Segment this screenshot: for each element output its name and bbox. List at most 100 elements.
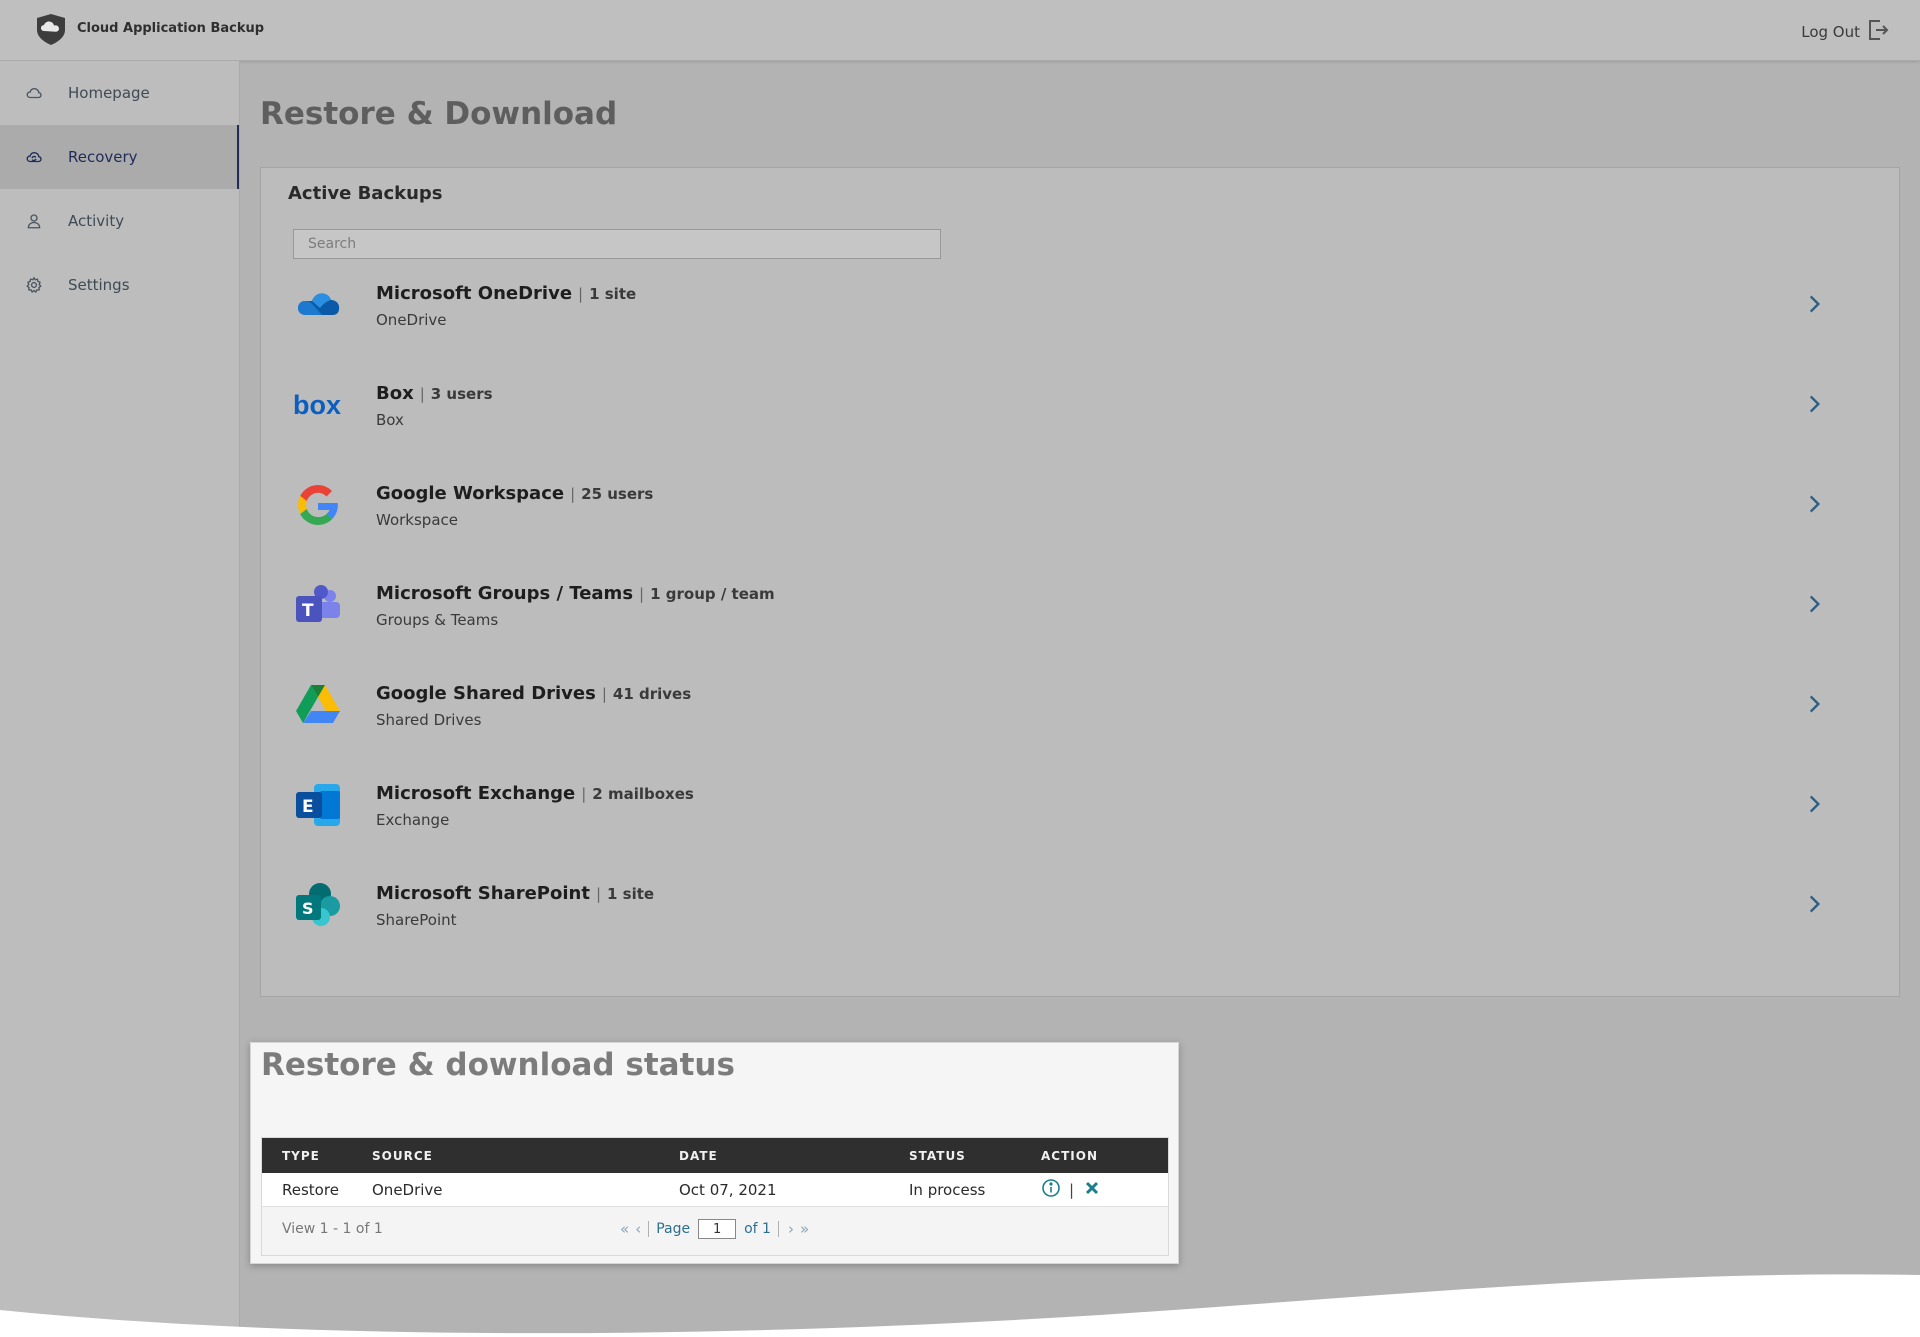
column-header-action: ACTION — [1041, 1148, 1098, 1163]
sidebar-item-homepage[interactable]: Homepage — [0, 61, 239, 125]
exchange-icon: E — [292, 779, 344, 831]
svg-text:box: box — [293, 390, 341, 420]
backup-subtitle: SharePoint — [376, 911, 457, 929]
cell-status: In process — [909, 1180, 986, 1199]
table-row: Restore OneDrive Oct 07, 2021 In process… — [262, 1173, 1168, 1207]
bottom-wave-decoration — [0, 1274, 1920, 1337]
backup-row-groups-teams[interactable]: T Microsoft Groups / Teams | 1 group / tea… — [261, 561, 1899, 661]
backup-subtitle: OneDrive — [376, 311, 447, 329]
column-header-source: SOURCE — [372, 1148, 433, 1163]
chevron-right-icon[interactable] — [1801, 291, 1827, 317]
backup-subtitle: Exchange — [376, 811, 450, 829]
svg-text:T: T — [302, 601, 314, 621]
sidebar-item-label: Settings — [68, 276, 130, 294]
svg-text:E: E — [302, 797, 314, 817]
backup-subtitle: Box — [376, 411, 404, 429]
cell-source: OneDrive — [372, 1180, 443, 1199]
backup-count: 1 site — [589, 285, 637, 303]
cell-type: Restore — [282, 1180, 339, 1199]
sidebar-item-label: Recovery — [68, 148, 138, 166]
cloud-icon — [25, 84, 43, 102]
info-icon[interactable] — [1041, 1178, 1061, 1202]
sidebar-item-activity[interactable]: Activity — [0, 189, 239, 253]
logout-button[interactable]: Log Out — [1801, 18, 1890, 46]
backup-row-google-workspace[interactable]: Google Workspace | 25 users Workspace — [261, 461, 1899, 561]
teams-icon: T — [292, 579, 344, 631]
page-label: Page — [656, 1221, 691, 1237]
chevron-right-icon[interactable] — [1801, 791, 1827, 817]
prev-page-icon[interactable]: ‹ — [633, 1220, 641, 1238]
backup-row-sharepoint[interactable]: S Microsoft SharePoint | 1 site SharePoint — [261, 861, 1899, 961]
backup-row-onedrive[interactable]: Microsoft OneDrive | 1 site OneDrive — [261, 261, 1899, 361]
app-title: Cloud Application Backup — [77, 21, 265, 36]
chevron-right-icon[interactable] — [1801, 691, 1827, 717]
cloud-sync-icon — [25, 148, 43, 166]
table-pager: View 1 - 1 of 1 « ‹ Page of 1 › » — [262, 1207, 1168, 1255]
pager-controls: « ‹ Page of 1 › » — [618, 1219, 809, 1239]
backup-name: Microsoft Groups / Teams | 1 group / team — [376, 583, 775, 604]
column-header-type: TYPE — [282, 1148, 320, 1163]
chevron-right-icon[interactable] — [1801, 591, 1827, 617]
action-separator: | — [1069, 1180, 1075, 1199]
page-number-input[interactable] — [698, 1219, 737, 1239]
backup-subtitle: Workspace — [376, 511, 458, 529]
google-icon — [292, 479, 344, 531]
last-page-icon[interactable]: » — [798, 1220, 809, 1238]
search-input[interactable] — [293, 229, 941, 259]
user-icon — [25, 212, 43, 230]
chevron-right-icon[interactable] — [1801, 491, 1827, 517]
sidebar-item-settings[interactable]: Settings — [0, 253, 239, 317]
page-title: Restore & Download — [260, 96, 618, 132]
google-drive-icon — [292, 679, 344, 731]
logout-icon — [1866, 18, 1890, 46]
onedrive-icon — [292, 279, 344, 331]
column-header-status: STATUS — [909, 1148, 966, 1163]
backup-name: Microsoft OneDrive | 1 site — [376, 283, 637, 304]
backup-count: 2 mailboxes — [592, 785, 694, 803]
table-header: TYPE SOURCE DATE STATUS ACTION — [262, 1138, 1168, 1173]
backup-name: Microsoft SharePoint | 1 site — [376, 883, 655, 904]
backup-name: Microsoft Exchange | 2 mailboxes — [376, 783, 694, 804]
backup-count: 41 drives — [612, 685, 692, 703]
backup-row-google-shared-drives[interactable]: Google Shared Drives | 41 drives Shared Dr… — [261, 661, 1899, 761]
cancel-icon[interactable] — [1082, 1178, 1102, 1202]
cell-action: | — [1041, 1178, 1102, 1202]
backup-name: Google Shared Drives | 41 drives — [376, 683, 692, 704]
backup-subtitle: Groups & Teams — [376, 611, 499, 629]
chevron-right-icon[interactable] — [1801, 391, 1827, 417]
panel-title: Active Backups — [288, 183, 443, 204]
view-count-text: View 1 - 1 of 1 — [282, 1221, 383, 1237]
top-header: Cloud Application Backup Log Out — [0, 0, 1920, 61]
restore-status-card: Restore & download status TYPE SOURCE DA… — [250, 1042, 1179, 1264]
backup-count: 3 users — [430, 385, 493, 403]
shield-cloud-logo-icon — [33, 12, 69, 46]
logout-label: Log Out — [1801, 23, 1860, 41]
column-header-date: DATE — [679, 1148, 718, 1163]
pager-divider — [648, 1221, 650, 1237]
status-table: TYPE SOURCE DATE STATUS ACTION Restore O… — [261, 1137, 1169, 1256]
sidebar-item-recovery[interactable]: Recovery — [0, 125, 239, 189]
gear-icon — [25, 276, 43, 294]
first-page-icon[interactable]: « — [618, 1220, 629, 1238]
svg-text:S: S — [302, 899, 314, 918]
sidebar-item-label: Homepage — [68, 84, 150, 102]
sidebar: Homepage Recovery Activity Settings — [0, 61, 240, 1337]
cell-date: Oct 07, 2021 — [679, 1180, 777, 1199]
backup-row-exchange[interactable]: E Microsoft Exchange | 2 mailboxes Exchang… — [261, 761, 1899, 861]
backup-row-box[interactable]: box Box | 3 users Box — [261, 361, 1899, 461]
backup-subtitle: Shared Drives — [376, 711, 482, 729]
sidebar-item-label: Activity — [68, 212, 125, 230]
page-of-label: of 1 — [744, 1221, 771, 1237]
backup-count: 1 group / team — [650, 585, 775, 603]
next-page-icon[interactable]: › — [786, 1220, 794, 1238]
active-backups-panel: Active Backups Microsoft OneDrive|1 site… — [260, 167, 1900, 997]
backup-count: 25 users — [581, 485, 654, 503]
backup-count: 1 site — [607, 885, 655, 903]
status-title: Restore & download status — [261, 1047, 735, 1083]
pager-divider — [777, 1221, 779, 1237]
backup-name: Google Workspace | 25 users — [376, 483, 654, 504]
backup-name: Box | 3 users — [376, 383, 493, 404]
sharepoint-icon: S — [292, 879, 344, 931]
chevron-right-icon[interactable] — [1801, 891, 1827, 917]
box-icon: box — [292, 379, 344, 431]
